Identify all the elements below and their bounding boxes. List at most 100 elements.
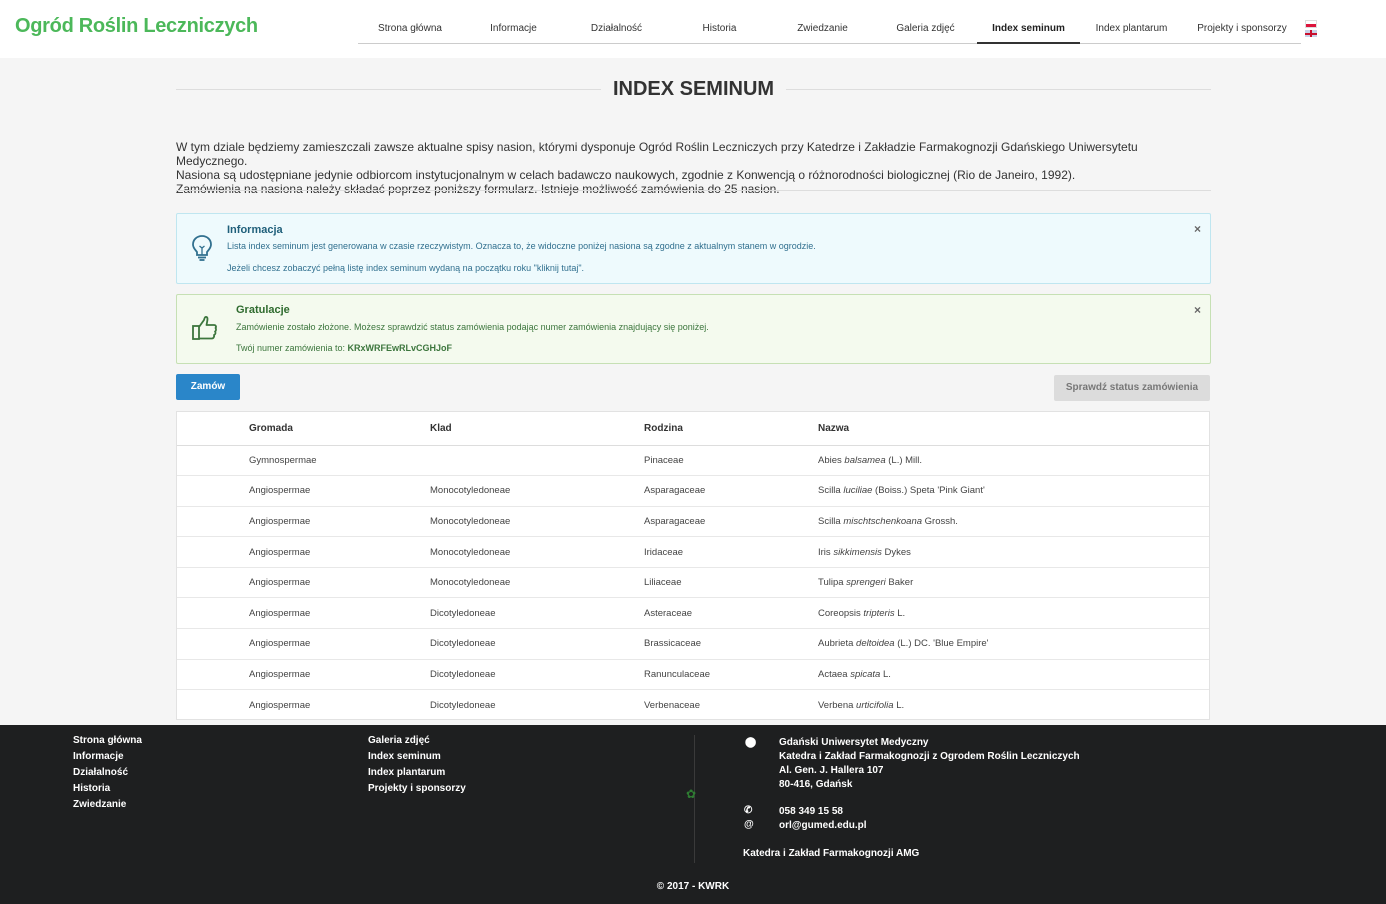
table-row[interactable]: Angiospermae Dicotyledoneae Ranunculaceae A… (177, 659, 1209, 691)
species: urticifolia (856, 699, 894, 711)
table-cell-gromada: Angiospermae (249, 536, 430, 568)
table-cell-spacer (177, 445, 249, 477)
footer-link[interactable]: Działalność (73, 765, 142, 781)
flag-pl-icon[interactable] (1305, 20, 1317, 28)
map-marker-icon: ⬤ (745, 737, 757, 748)
genus: Abies (818, 454, 842, 466)
table-cell-gromada: Gymnospermae (249, 445, 430, 477)
species: luciliae (843, 485, 873, 497)
thumbs-up-icon (192, 316, 217, 340)
table-header-nazwa[interactable]: Nazwa (818, 412, 1209, 446)
nav-item-6[interactable]: Galeria zdjęć (874, 14, 977, 43)
table-cell-nazwa: Tulipa sprengeri Baker (818, 567, 1209, 599)
table-cell-rodzina: Liliaceae (644, 567, 818, 599)
genus: Iris (818, 546, 831, 558)
close-icon[interactable]: × (1194, 303, 1201, 317)
table-row[interactable]: Gymnospermae Pinaceae Abies balsamea (L.) … (177, 445, 1209, 477)
close-icon[interactable]: × (1194, 222, 1201, 236)
table-cell-spacer (177, 567, 249, 599)
table-cell-nazwa: Coreopsis tripteris L. (818, 597, 1209, 630)
table-header-gromada[interactable]: Gromada (249, 412, 430, 446)
author: L. (897, 607, 906, 619)
footer-email[interactable]: orl@gumed.edu.pl (779, 819, 867, 833)
table-cell-spacer (177, 689, 249, 719)
table-cell-klad: Dicotyledoneae (430, 628, 644, 660)
table-cell-rodzina: Pinaceae (644, 445, 818, 477)
table-cell-spacer (177, 659, 249, 691)
table-cell-gromada: Angiospermae (249, 597, 430, 630)
order-number: KRxWRFEwRLvCGHJoF (347, 343, 453, 353)
success-alert: Gratulacje Zamówienie zostało złożone. M… (176, 294, 1211, 364)
site-logo[interactable]: Ogród Roślin Leczniczych (15, 15, 258, 38)
genus: Aubrieta (818, 638, 854, 650)
nav-item-8[interactable]: Index plantarum (1080, 14, 1183, 43)
author: L. (882, 668, 891, 680)
check-status-button[interactable]: Sprawdź status zamówienia (1054, 375, 1210, 401)
leaf-icon: ✿ (686, 787, 697, 801)
flag-gb-icon[interactable] (1305, 30, 1317, 37)
table-cell-spacer (177, 597, 249, 630)
species: mischtschenkoana (843, 515, 923, 527)
table-cell-gromada: Angiospermae (249, 689, 430, 719)
table-cell-klad: Monocotyledoneae (430, 506, 644, 538)
table-cell-klad: Dicotyledoneae (430, 597, 644, 630)
footer-link[interactable]: Index seminum (368, 749, 466, 765)
nav-item-9[interactable]: Projekty i sponsorzy (1183, 14, 1301, 43)
footer-link[interactable]: Galeria zdjęć (368, 733, 466, 749)
table-row[interactable]: Angiospermae Dicotyledoneae Brassicaceae Au… (177, 628, 1209, 660)
page-title: INDEX SEMINUM (176, 76, 1211, 102)
table-header-klad[interactable]: Klad (430, 412, 644, 446)
footer: Strona główna Informacje Działalność Histor… (0, 725, 1386, 904)
nav-item-7[interactable]: Index seminum (977, 14, 1080, 44)
table-cell-nazwa: Scilla mischtschenkoana Grossh. (818, 506, 1209, 538)
info-alert-link-text[interactable]: Jeżeli chcesz zobaczyć pełną listę index… (227, 263, 584, 273)
nav-item-5[interactable]: Zwiedzanie (771, 14, 874, 43)
table-cell-nazwa: Scilla luciliae (Boiss.) Speta 'Pink Gia… (818, 475, 1209, 507)
footer-link[interactable]: Strona główna (73, 733, 142, 749)
table-header-rodzina[interactable]: Rodzina (644, 412, 818, 446)
nav-item-2[interactable]: Informacje (462, 14, 565, 43)
footer-address: Gdański Uniwersytet Medyczny Katedra i Z… (779, 736, 1080, 792)
author: Baker (888, 577, 914, 589)
table-row[interactable]: Angiospermae Monocotyledoneae Liliaceae Tul… (177, 567, 1209, 599)
order-button[interactable]: Zamów (176, 374, 240, 400)
intro-divider (176, 190, 1211, 191)
table-cell-gromada: Angiospermae (249, 475, 430, 507)
nav-item-1[interactable]: Strona główna (358, 14, 462, 43)
intro-line: Zamówienia na nasiona należy składać pop… (176, 182, 780, 196)
table-cell-spacer (177, 475, 249, 507)
table-cell-nazwa: Iris sikkimensis Dykes (818, 536, 1209, 568)
genus: Coreopsis (818, 607, 861, 619)
footer-link[interactable]: Projekty i sponsorzy (368, 781, 466, 797)
author: (Boiss.) Speta 'Pink Giant' (875, 485, 985, 497)
table-row[interactable]: Angiospermae Dicotyledoneae Verbenaceae Ver… (177, 689, 1209, 719)
footer-link[interactable]: Zwiedzanie (73, 797, 142, 813)
genus: Scilla (818, 515, 841, 527)
table-row[interactable]: Angiospermae Monocotyledoneae Asparagaceae… (177, 475, 1209, 507)
table-header-spacer (177, 412, 249, 446)
table-cell-rodzina: Ranunculaceae (644, 659, 818, 691)
copyright: © 2017 - KWRK (656, 881, 730, 892)
table-row[interactable]: Angiospermae Monocotyledoneae Iridaceae Iri… (177, 536, 1209, 568)
genus: Verbena (818, 699, 854, 711)
species: tripteris (863, 607, 895, 619)
table-row[interactable]: Angiospermae Monocotyledoneae Asparagaceae… (177, 506, 1209, 538)
success-alert-text: Zamówienie zostało złożone. Możesz spraw… (236, 322, 709, 332)
table-cell-spacer (177, 536, 249, 568)
genus: Actaea (818, 668, 848, 680)
info-alert-title: Informacja (227, 224, 283, 236)
table-cell-klad: Monocotyledoneae (430, 567, 644, 599)
table-row[interactable]: Angiospermae Dicotyledoneae Asteraceae Core… (177, 597, 1209, 630)
genus: Scilla (818, 485, 841, 497)
footer-link[interactable]: Informacje (73, 749, 142, 765)
footer-link[interactable]: Index plantarum (368, 765, 466, 781)
footer-link[interactable]: Historia (73, 781, 142, 797)
nav-item-3[interactable]: Działalność (565, 14, 668, 43)
author: (L.) DC. 'Blue Empire' (897, 638, 989, 650)
table-cell-gromada: Angiospermae (249, 628, 430, 660)
footer-dept: Katedra i Zakład Farmakognozji AMG (743, 848, 920, 859)
success-alert-title: Gratulacje (236, 304, 290, 316)
language-switcher (1305, 20, 1317, 37)
table-header-row: Gromada Klad Rodzina Nazwa (177, 412, 1209, 446)
nav-item-4[interactable]: Historia (668, 14, 771, 43)
